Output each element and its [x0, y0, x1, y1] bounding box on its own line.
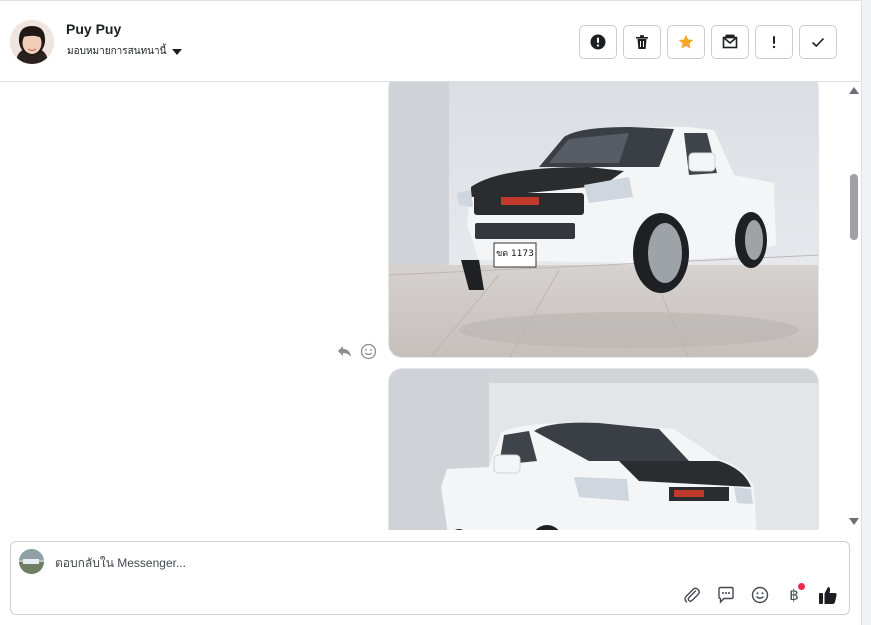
conversation-actions	[579, 25, 837, 59]
caret-down-icon	[172, 48, 183, 55]
saved-replies-button[interactable]	[715, 584, 737, 606]
thumbs-up-icon	[819, 587, 837, 604]
page-avatar	[19, 549, 44, 574]
message-thread: ขด 1173	[0, 82, 846, 530]
message-image-truck-side[interactable]	[388, 368, 819, 530]
alert-circle-icon	[590, 34, 606, 50]
contact-avatar[interactable]	[10, 20, 54, 64]
message-image-truck-front[interactable]: ขด 1173	[388, 82, 819, 358]
done-button[interactable]	[799, 25, 837, 59]
emoji-icon	[751, 586, 769, 604]
attachment-icon	[684, 587, 700, 603]
message-scrollbar[interactable]	[847, 82, 861, 530]
emoji-button[interactable]	[749, 584, 771, 606]
notification-dot	[798, 583, 805, 590]
follow-up-button[interactable]	[755, 25, 793, 59]
reply-input[interactable]	[55, 554, 655, 572]
scroll-thumb[interactable]	[850, 174, 858, 240]
attachment-button[interactable]	[681, 584, 703, 606]
plate-number: ขด 1173	[496, 249, 534, 259]
contact-name[interactable]: Puy Puy	[66, 21, 121, 37]
check-icon	[811, 37, 825, 48]
saved-replies-icon	[718, 586, 734, 604]
scroll-down-arrow-icon[interactable]	[849, 518, 859, 525]
star-button[interactable]	[667, 25, 705, 59]
message-tools	[336, 342, 377, 360]
mark-unread-button[interactable]	[711, 25, 749, 59]
assign-label: มอบหมายการสนทนานี้	[67, 46, 167, 57]
assign-conversation-dropdown[interactable]: มอบหมายการสนทนานี้	[67, 44, 183, 59]
scroll-up-arrow-icon[interactable]	[849, 87, 859, 94]
spam-button[interactable]	[579, 25, 617, 59]
messenger-conversation: Puy Puy มอบหมายการสนทนานี้ ขด 1173 ตอบกล…	[0, 0, 871, 625]
delete-button[interactable]	[623, 25, 661, 59]
envelope-icon	[722, 34, 738, 49]
exclamation-icon	[772, 36, 776, 49]
panel-edge	[861, 0, 871, 625]
payment-icon: ฿	[789, 586, 799, 604]
emoji-reaction-icon[interactable]	[360, 343, 377, 360]
composer-toolbar: ฿	[681, 583, 839, 606]
reply-icon[interactable]	[336, 342, 354, 360]
thumbs-up-button[interactable]	[817, 584, 839, 606]
star-icon	[678, 34, 694, 49]
trash-icon	[636, 35, 648, 49]
payment-button[interactable]: ฿	[783, 583, 805, 606]
reply-composer: ฿	[10, 541, 850, 615]
conversation-header: Puy Puy มอบหมายการสนทนานี้	[0, 0, 861, 82]
